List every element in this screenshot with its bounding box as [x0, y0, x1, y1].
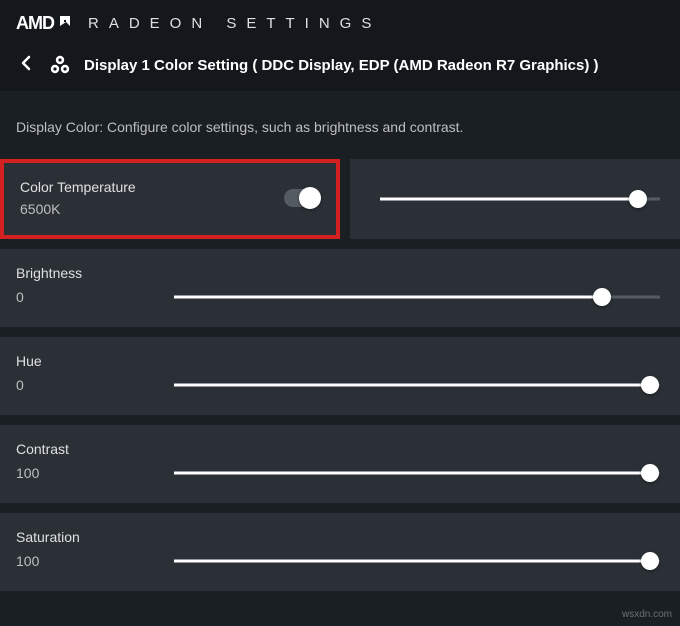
color-temperature-slider[interactable] [380, 189, 660, 209]
toggle-thumb-icon [299, 187, 321, 209]
app-title: RADEON SETTINGS [88, 15, 381, 32]
page-title: Display 1 Color Setting ( DDC Display, E… [84, 57, 599, 74]
setting-slider-brightness[interactable] [174, 287, 660, 307]
brand-row: AMD RADEON SETTINGS [16, 12, 664, 35]
setting-row-hue: Hue 0 [0, 337, 680, 415]
color-temperature-toggle[interactable] [284, 189, 320, 207]
amd-logo: AMD [16, 12, 74, 35]
setting-slider-saturation[interactable] [174, 551, 660, 571]
setting-slider-hue[interactable] [174, 375, 660, 395]
setting-row-contrast: Contrast 100 [0, 425, 680, 503]
watermark: wsxdn.com [622, 609, 672, 620]
setting-value: 100 [16, 465, 44, 481]
color-temperature-label: Color Temperature [20, 179, 136, 195]
setting-label: Hue [16, 353, 660, 369]
color-temperature-value: 6500K [20, 201, 136, 217]
setting-slider-contrast[interactable] [174, 463, 660, 483]
setting-label: Saturation [16, 529, 660, 545]
amd-arrow-icon [56, 12, 74, 35]
color-temperature-panel: Color Temperature 6500K [0, 159, 340, 239]
radeon-icon [48, 53, 72, 77]
back-button[interactable] [16, 55, 36, 76]
app-header: AMD RADEON SETTINGS Display 1 Color Sett… [0, 0, 680, 91]
page-description: Display Color: Configure color settings,… [0, 91, 680, 159]
setting-label: Contrast [16, 441, 660, 457]
color-temperature-slider-panel [350, 159, 680, 239]
amd-logo-text: AMD [16, 13, 54, 34]
setting-value: 0 [16, 377, 44, 393]
nav-row: Display 1 Color Setting ( DDC Display, E… [16, 53, 664, 77]
setting-row-saturation: Saturation 100 [0, 513, 680, 591]
color-temperature-row: Color Temperature 6500K [0, 159, 680, 239]
setting-row-brightness: Brightness 0 [0, 249, 680, 327]
setting-value: 100 [16, 553, 44, 569]
setting-value: 0 [16, 289, 44, 305]
setting-label: Brightness [16, 265, 660, 281]
